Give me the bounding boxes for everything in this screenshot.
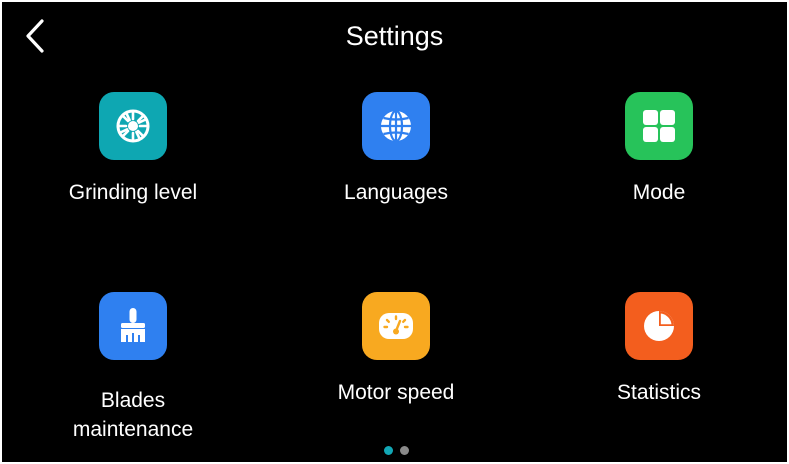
page-dot-active[interactable]: [384, 446, 393, 455]
page-title: Settings: [345, 21, 444, 51]
page-dot[interactable]: [400, 446, 409, 455]
statistics-icon-box: [625, 292, 693, 360]
grinding-level-icon-box: [99, 92, 167, 160]
mode-icon-box: [625, 92, 693, 160]
mode-tile[interactable]: Mode: [544, 92, 774, 262]
blades-maintenance-icon-box: [99, 292, 167, 360]
languages-icon-box: [362, 92, 430, 160]
grid-icon: [643, 110, 675, 142]
grinding-blade-icon: [116, 109, 150, 143]
languages-tile[interactable]: Languages: [281, 92, 511, 262]
tile-label: Grinding level: [68, 181, 198, 204]
tile-label: Motor speed: [337, 381, 455, 404]
grinding-level-tile[interactable]: Grinding level: [18, 92, 248, 262]
statistics-tile[interactable]: Statistics: [544, 292, 774, 462]
tile-label: Languages: [344, 181, 448, 204]
settings-screen: Settings Grinding level Languages Mode B…: [2, 2, 787, 462]
page-indicator: [382, 446, 412, 456]
motor-speed-icon-box: [362, 292, 430, 360]
tile-label: Statistics: [616, 381, 702, 404]
blades-maintenance-tile[interactable]: Blades maintenance: [18, 292, 248, 462]
brush-icon: [121, 308, 145, 342]
pie-chart-icon: [644, 311, 674, 341]
header: Settings: [2, 2, 787, 72]
tile-label: Blades maintenance: [72, 389, 194, 441]
tile-label: Mode: [632, 181, 686, 204]
motor-speed-tile[interactable]: Motor speed: [281, 292, 511, 462]
globe-icon: [381, 109, 411, 143]
speedometer-icon: [379, 313, 413, 339]
